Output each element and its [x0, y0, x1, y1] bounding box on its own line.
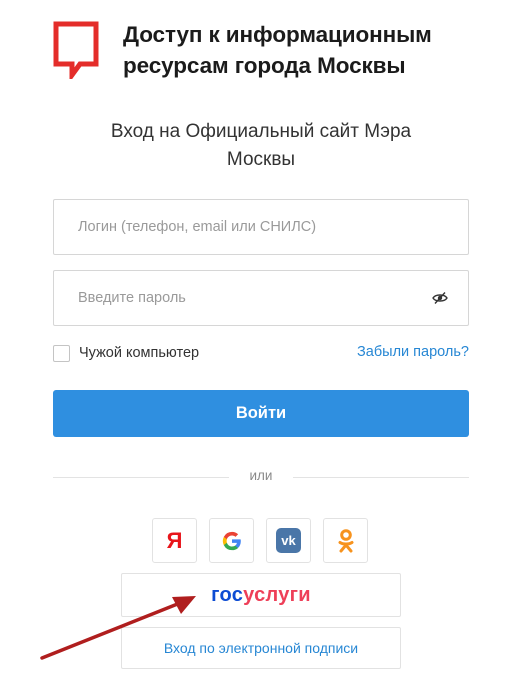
yandex-login-button[interactable]: Я: [152, 518, 197, 563]
subtitle-line2: Москвы: [226, 149, 296, 170]
google-login-button[interactable]: [209, 518, 254, 563]
gosuslugi-login-button[interactable]: госуслуги: [121, 573, 401, 617]
vk-icon: vk: [276, 528, 301, 553]
login-input[interactable]: [54, 200, 468, 254]
brand-title: Доступ к информационным ресурсам города …: [123, 19, 503, 81]
password-input[interactable]: [54, 271, 468, 325]
foreign-computer-checkbox[interactable]: [53, 344, 70, 362]
password-field: [53, 270, 469, 326]
forgot-password-link[interactable]: Забыли пароль?: [357, 344, 469, 360]
gosuslugi-logo-part1: гос: [211, 583, 244, 606]
odnoklassniki-login-button[interactable]: [323, 518, 368, 563]
esign-login-button[interactable]: Вход по электронной подписи: [121, 627, 401, 669]
divider-line-right: [293, 477, 469, 478]
gosuslugi-logo: госуслуги: [211, 584, 311, 607]
vk-login-button[interactable]: vk: [266, 518, 311, 563]
or-divider: или: [53, 468, 469, 486]
mos-logo-icon: [53, 21, 99, 79]
google-icon: [222, 531, 241, 550]
or-text: или: [249, 468, 273, 483]
eye-icon[interactable]: [432, 291, 448, 305]
login-button[interactable]: Войти: [53, 390, 469, 437]
odnoklassniki-icon: [338, 528, 353, 552]
foreign-computer-label[interactable]: Чужой компьютер: [79, 345, 199, 361]
yandex-icon: Я: [166, 527, 183, 553]
brand-title-line1: Доступ к информационным: [123, 22, 432, 47]
vk-icon-glyph: vk: [281, 533, 296, 548]
login-field: [53, 199, 469, 255]
gosuslugi-logo-part2: услуги: [243, 583, 311, 606]
page-subtitle: Вход на Официальный сайт Мэра Москвы: [53, 118, 469, 174]
brand-title-line2: ресурсам города Москвы: [123, 53, 406, 78]
subtitle-line1: Вход на Официальный сайт Мэра: [110, 121, 412, 142]
foreign-computer-option: Чужой компьютер: [53, 343, 199, 363]
